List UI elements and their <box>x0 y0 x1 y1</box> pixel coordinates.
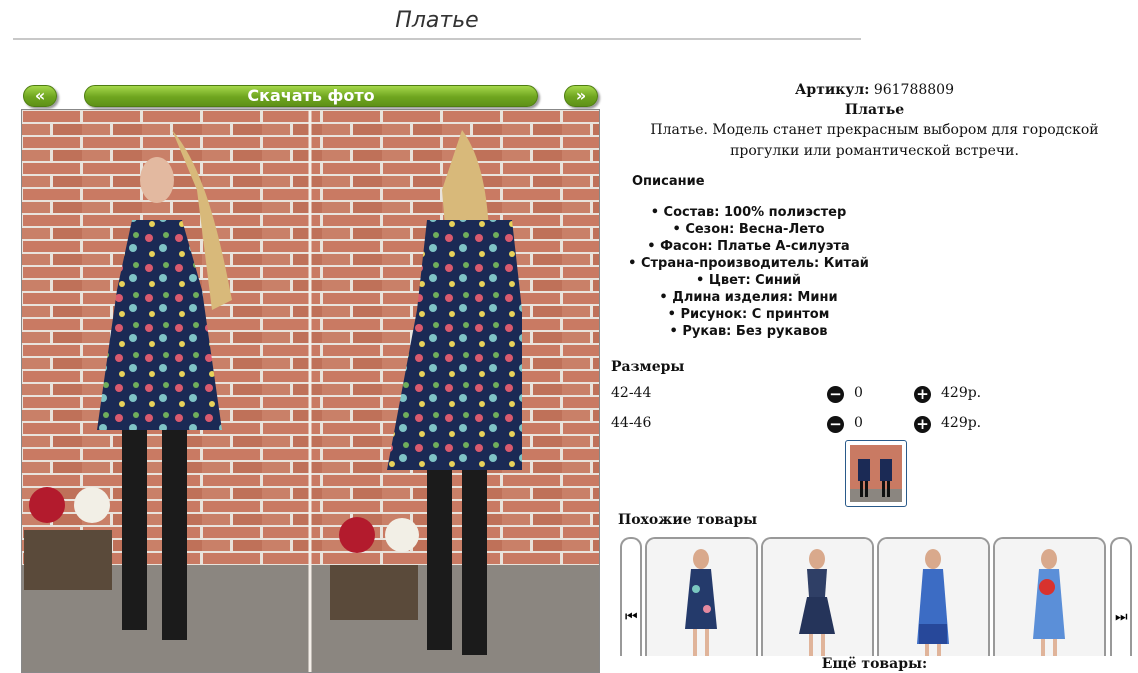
feature-item: Длина изделия: Мини <box>611 289 886 306</box>
size-price: 429р. <box>941 385 982 401</box>
increase-quantity-icon[interactable]: + <box>914 386 931 403</box>
product-photo[interactable] <box>21 109 600 673</box>
similar-product-image <box>879 539 988 667</box>
size-label: 44-46 <box>611 415 652 431</box>
product-info: Артикул: 961788809 Платье Платье. Модель… <box>611 80 1138 162</box>
feature-item: Состав: 100% полиэстер <box>611 204 886 221</box>
feature-item: Рисунок: С принтом <box>611 306 886 323</box>
feature-item: Фасон: Платье А-силуэта <box>611 238 886 255</box>
similar-products-title: Похожие товары <box>618 512 758 528</box>
prev-photo-button[interactable]: « <box>23 85 57 107</box>
size-label: 42-44 <box>611 385 652 401</box>
article-label: Артикул: <box>795 82 870 98</box>
sizes-title: Размеры <box>611 359 685 375</box>
decrease-quantity-icon[interactable]: − <box>827 416 844 433</box>
product-name: Платье <box>844 102 905 118</box>
similar-product-card[interactable] <box>877 537 990 667</box>
feature-item: Страна-производитель: Китай <box>611 255 886 272</box>
thumbnail-image <box>850 445 902 502</box>
quantity-value: 0 <box>854 385 863 401</box>
feature-item: Цвет: Синий <box>611 272 886 289</box>
size-row: 44-46 − 0 + 429р. <box>611 415 1031 435</box>
size-row: 42-44 − 0 + 429р. <box>611 385 1031 405</box>
similar-product-card[interactable] <box>645 537 758 667</box>
similar-product-image <box>763 539 872 667</box>
product-description: Платье. Модель станет прекрасным выбором… <box>650 122 1099 159</box>
similar-product-image <box>995 539 1104 667</box>
feature-item: Рукав: Без рукавов <box>611 323 886 340</box>
quantity-value: 0 <box>854 415 863 431</box>
similar-prev-button[interactable]: ⏮ <box>620 537 642 667</box>
skip-next-icon: ⏭ <box>1115 609 1128 625</box>
size-price: 429р. <box>941 415 982 431</box>
page-title: Платье <box>395 8 479 33</box>
similar-product-image <box>647 539 756 667</box>
similar-next-button[interactable]: ⏭ <box>1110 537 1132 667</box>
product-photo-image <box>22 110 599 672</box>
skip-previous-icon: ⏮ <box>625 609 638 625</box>
description-title: Описание <box>632 174 705 189</box>
feature-list: Состав: 100% полиэстер Сезон: Весна-Лето… <box>611 204 886 340</box>
article-value: 961788809 <box>873 82 954 98</box>
next-photo-button[interactable]: » <box>564 85 598 107</box>
similar-product-card[interactable] <box>761 537 874 667</box>
increase-quantity-icon[interactable]: + <box>914 416 931 433</box>
download-photo-button[interactable]: Скачать фото <box>84 85 538 107</box>
similar-product-card[interactable] <box>993 537 1106 667</box>
more-products-title: Ещё товары: <box>611 656 1138 672</box>
feature-item: Сезон: Весна-Лето <box>611 221 886 238</box>
title-divider <box>13 38 861 40</box>
decrease-quantity-icon[interactable]: − <box>827 386 844 403</box>
article-line: Артикул: 961788809 <box>611 80 1138 100</box>
photo-thumbnail[interactable] <box>845 440 907 507</box>
